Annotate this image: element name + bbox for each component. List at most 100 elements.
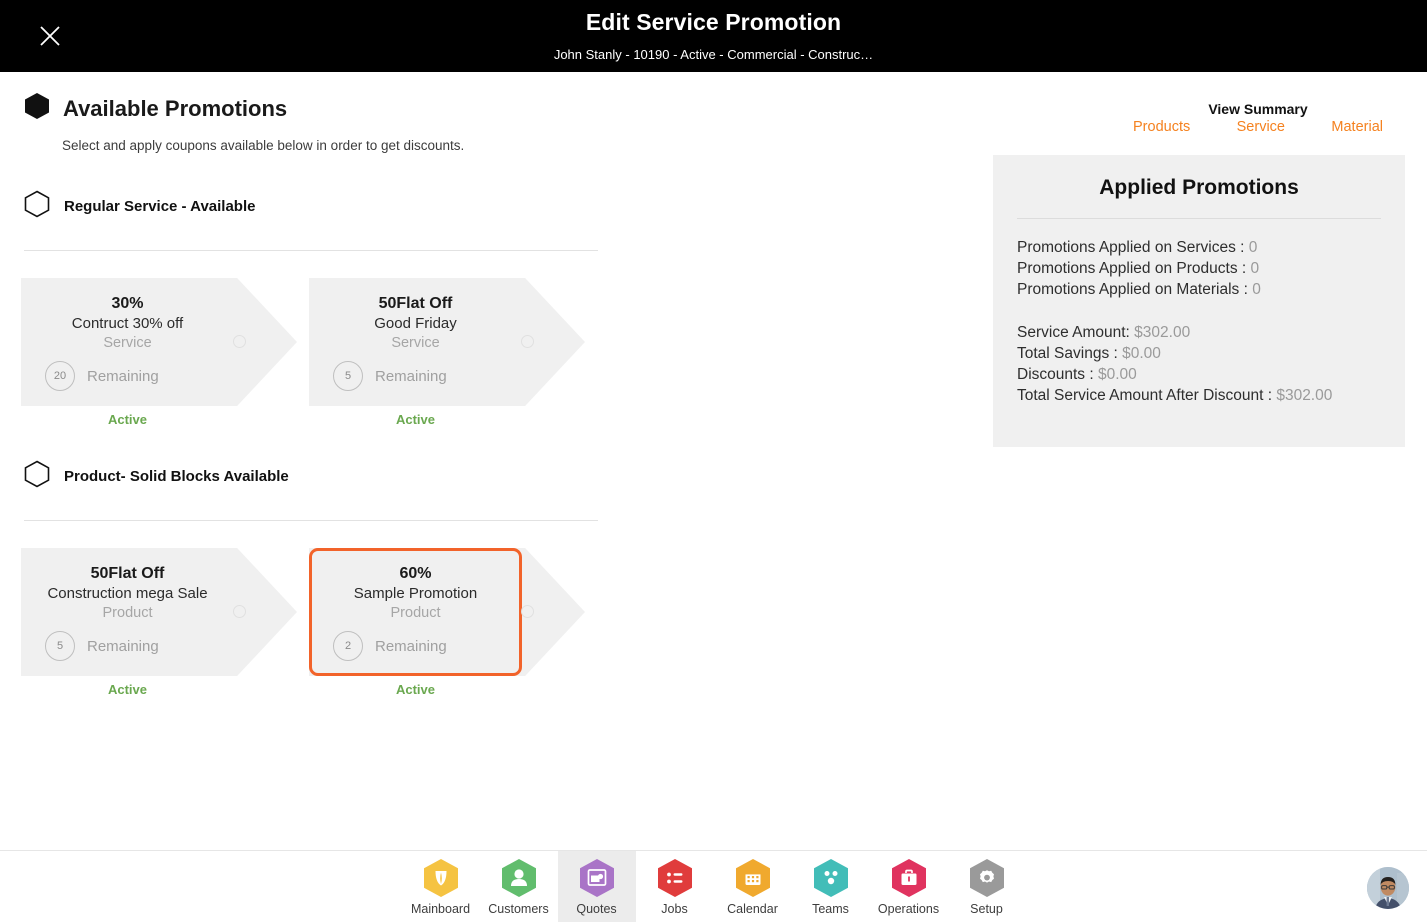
coupon-remaining: 20 Remaining [21, 361, 234, 392]
panel-divider [1017, 218, 1381, 219]
applied-count-row: Promotions Applied on Services : 0 [1017, 237, 1381, 258]
nav-item-jobs[interactable]: Jobs [636, 851, 714, 922]
coupon-body: 30% Contruct 30% off Service 20 Remainin… [21, 278, 234, 406]
nav-label: Teams [812, 902, 849, 916]
nav-item-operations[interactable]: Operations [870, 851, 948, 922]
teams-icon [812, 858, 850, 898]
section-divider [24, 250, 598, 251]
coupon-remaining-label: Remaining [87, 637, 159, 655]
coupon-name: Contruct 30% off [71, 315, 184, 332]
coupon-remaining-count: 20 [45, 361, 75, 392]
hexagon-outline-icon [24, 460, 50, 493]
coupon-select-dot-icon[interactable] [233, 605, 246, 618]
titlebar-text-block: Edit Service Promotion John Stanly - 101… [0, 0, 1427, 62]
page-heading-block: Available Promotions Select and apply co… [24, 92, 464, 153]
applied-amount-label: Discounts : [1017, 366, 1094, 383]
coupon-remaining: 5 Remaining [309, 361, 522, 392]
section-title: Regular Service - Available [64, 198, 256, 215]
coupon-body: 50Flat Off Construction mega Sale Produc… [21, 548, 234, 676]
coupon-select-dot-icon[interactable] [233, 335, 246, 348]
modal-title: Edit Service Promotion [585, 9, 842, 35]
setup-icon [968, 858, 1006, 898]
nav-item-setup[interactable]: Setup [948, 851, 1026, 922]
applied-count-row: Promotions Applied on Products : 0 [1017, 258, 1381, 279]
coupon-status: Active [395, 412, 436, 427]
coupon-discount: 30% [111, 295, 144, 312]
applied-amount-value: $302.00 [1134, 324, 1191, 341]
coupon-type: Service [391, 334, 440, 351]
summary-link-service[interactable]: Service [1237, 119, 1285, 135]
section-divider [24, 520, 598, 521]
applied-count-label: Promotions Applied on Services : [1017, 239, 1245, 256]
page-content: Available Promotions Select and apply co… [0, 72, 1427, 850]
nav-label: Calendar [727, 902, 778, 916]
section-regular-service: Regular Service - Available 30% Contruct… [21, 190, 598, 448]
applied-amount-row: Service Amount: $302.00 [1017, 322, 1381, 343]
coupon-remaining-label: Remaining [375, 637, 447, 655]
nav-item-teams[interactable]: Teams [792, 851, 870, 922]
coupon-card[interactable]: 50Flat Off Good Friday Service 5 Remaini… [309, 278, 585, 427]
coupon-type: Service [103, 334, 152, 351]
applied-amount-label: Total Service Amount After Discount : [1017, 387, 1273, 404]
coupon-card[interactable]: 30% Contruct 30% off Service 20 Remainin… [21, 278, 297, 427]
applied-amount-label: Service Amount: [1017, 324, 1130, 341]
applied-count-label: Promotions Applied on Materials : [1017, 281, 1248, 298]
bottom-navigation-bar: Mainboard Customers Quotes Jobs Calendar… [0, 850, 1427, 922]
calendar-icon [734, 858, 772, 898]
jobs-icon [656, 858, 694, 898]
coupon-status: Active [107, 682, 148, 697]
customers-icon [500, 858, 538, 898]
nav-item-customers[interactable]: Customers [480, 851, 558, 922]
close-icon [37, 23, 63, 49]
coupon-body: 50Flat Off Good Friday Service 5 Remaini… [309, 278, 522, 406]
coupon-discount: 60% [399, 565, 432, 582]
close-button[interactable] [30, 16, 70, 56]
applied-count-value: 0 [1248, 239, 1258, 256]
summary-link-material[interactable]: Material [1331, 119, 1383, 135]
coupon-remaining-count: 5 [45, 631, 75, 662]
coupon-remaining-count: 2 [333, 631, 363, 662]
coupon-card[interactable]: 50Flat Off Construction mega Sale Produc… [21, 548, 297, 697]
modal-subtitle: John Stanly - 10190 - Active - Commercia… [553, 47, 874, 62]
coupon-card-selected[interactable]: 60% Sample Promotion Product 2 Remaining… [309, 548, 585, 697]
coupon-select-dot-icon[interactable] [521, 335, 534, 348]
applied-promotions-title: Applied Promotions [1099, 176, 1299, 199]
nav-item-calendar[interactable]: Calendar [714, 851, 792, 922]
coupon-name: Construction mega Sale [47, 585, 208, 602]
applied-amount-row: Total Savings : $0.00 [1017, 343, 1381, 364]
coupon-status: Active [107, 412, 148, 427]
applied-count-row: Promotions Applied on Materials : 0 [1017, 279, 1381, 300]
applied-amount-value: $0.00 [1122, 345, 1161, 362]
applied-amount-row: Total Service Amount After Discount : $3… [1017, 385, 1381, 406]
operations-icon [890, 858, 928, 898]
nav-item-quotes[interactable]: Quotes [557, 851, 636, 922]
page-title: Available Promotions [63, 95, 288, 121]
applied-count-value: 0 [1250, 260, 1260, 277]
coupon-type: Product [102, 604, 153, 621]
applied-promotions-panel: Applied Promotions Promotions Applied on… [993, 155, 1405, 447]
nav-label: Mainboard [410, 902, 471, 916]
applied-amount-value: $302.00 [1276, 387, 1333, 404]
nav-label: Operations [877, 902, 940, 916]
applied-amount-label: Total Savings : [1017, 345, 1118, 362]
summary-link-products[interactable]: Products [1133, 119, 1190, 135]
section-header: Product- Solid Blocks Available [24, 460, 598, 493]
nav-label: Quotes [576, 902, 617, 916]
hexagon-filled-icon [24, 92, 50, 125]
coupon-discount: 50Flat Off [90, 565, 165, 582]
modal-titlebar: Edit Service Promotion John Stanly - 101… [0, 0, 1427, 72]
coupon-remaining: 5 Remaining [21, 631, 234, 662]
user-avatar[interactable] [1367, 867, 1409, 909]
section-header: Regular Service - Available [24, 190, 598, 223]
coupon-remaining-label: Remaining [375, 367, 447, 385]
view-summary-label: View Summary [1208, 101, 1308, 117]
coupon-status: Active [395, 682, 436, 697]
nav-item-mainboard[interactable]: Mainboard [402, 851, 480, 922]
coupon-name: Good Friday [374, 315, 457, 332]
nav-label: Customers [488, 902, 549, 916]
quotes-icon [578, 858, 616, 898]
hexagon-outline-icon [24, 190, 50, 223]
view-summary-tabs: View Summary Products Service Material [1133, 102, 1383, 135]
applied-count-label: Promotions Applied on Products : [1017, 260, 1247, 277]
coupon-select-dot-icon[interactable] [521, 605, 534, 618]
